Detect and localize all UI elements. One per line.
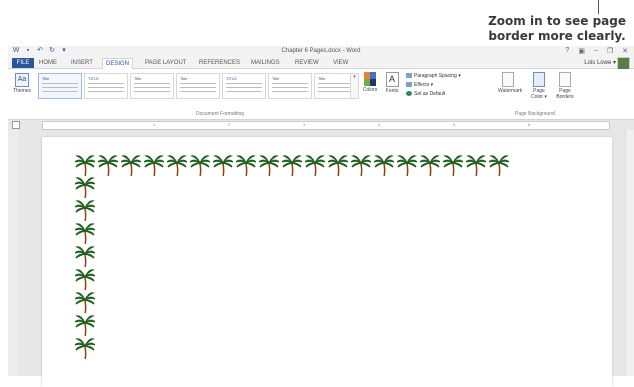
page-borders-button[interactable]: Page Borders [555, 72, 575, 100]
colors-icon [364, 72, 376, 86]
tab-references[interactable]: REFERENCES [196, 58, 243, 68]
themes-label: Themes [12, 88, 32, 94]
tab-file[interactable]: FILE [12, 58, 34, 68]
tab-review[interactable]: REVIEW [292, 58, 322, 68]
document-formatting-label: Document Formatting [196, 111, 245, 117]
window-controls: ? ▣ – ❐ ✕ [565, 47, 628, 55]
tab-page-layout[interactable]: PAGE LAYOUT [142, 58, 189, 68]
page-color-button[interactable]: Page Color ▾ [529, 72, 549, 100]
palm-tree-border-icon [374, 155, 394, 177]
tab-home[interactable]: HOME [36, 58, 60, 68]
page-color-label: Page Color ▾ [531, 88, 547, 100]
palm-tree-border-icon [190, 155, 210, 177]
palm-tree-border-icon [443, 155, 463, 177]
close-icon[interactable]: ✕ [622, 47, 628, 55]
vertical-scrollbar[interactable] [625, 130, 634, 376]
tab-selector[interactable] [12, 121, 20, 129]
watermark-label: Watermark [498, 88, 523, 94]
page-color-icon [533, 72, 545, 87]
style-thumbnail[interactable]: Title [38, 73, 82, 99]
page-background-label: Page Background [515, 111, 555, 117]
palm-tree-border-icon [328, 155, 348, 177]
callout-line-1: Zoom in to see page [488, 14, 626, 28]
palm-tree-border-icon [75, 338, 95, 360]
page-border-left [75, 177, 95, 360]
palm-tree-border-icon [420, 155, 440, 177]
title-bar: W ▪ ↶ ↻ ▾ Chapter 6 Pages.docx - Word ? … [8, 46, 634, 57]
set-as-default-button[interactable]: Set as Default [406, 90, 461, 99]
tab-mailings[interactable]: MAILINGS [248, 58, 283, 68]
minimize-icon[interactable]: – [594, 47, 598, 55]
fonts-icon: A [385, 72, 399, 87]
palm-tree-border-icon [282, 155, 302, 177]
paragraph-spacing-icon [406, 73, 412, 79]
colors-button[interactable]: Colors [362, 72, 378, 93]
palm-tree-border-icon [259, 155, 279, 177]
palm-tree-border-icon [75, 223, 95, 245]
ribbon-display-icon[interactable]: ▣ [578, 47, 585, 55]
tab-view[interactable]: VIEW [330, 58, 351, 68]
palm-tree-border-icon [121, 155, 141, 177]
style-thumbnail[interactable]: TITLE [84, 73, 128, 99]
palm-tree-border-icon [75, 177, 95, 199]
palm-tree-border-icon [98, 155, 118, 177]
style-thumbnail[interactable]: Title [176, 73, 220, 99]
palm-tree-border-icon [144, 155, 164, 177]
user-name[interactable]: Lois Lowe ▾ [584, 58, 616, 68]
palm-tree-border-icon [213, 155, 233, 177]
document-page[interactable] [42, 137, 612, 387]
watermark-icon [502, 72, 514, 87]
word-window: W ▪ ↶ ↻ ▾ Chapter 6 Pages.docx - Word ? … [8, 46, 634, 387]
palm-tree-border-icon [75, 246, 95, 268]
palm-tree-border-icon [75, 292, 95, 314]
page-borders-icon [559, 72, 571, 87]
design-ribbon: Aa Themes Title TITLE Title Title TITLE [8, 69, 634, 120]
callout-pointer-line [598, 0, 599, 14]
document-title: Chapter 6 Pages.docx - Word [281, 48, 361, 54]
horizontal-ruler[interactable]: 1 2 3 4 5 6 [42, 121, 610, 130]
effects-icon [406, 82, 412, 88]
palm-tree-border-icon [236, 155, 256, 177]
palm-tree-border-icon [75, 269, 95, 291]
palm-tree-border-icon [305, 155, 325, 177]
palm-tree-border-icon [397, 155, 417, 177]
check-icon [406, 91, 412, 97]
callout-line-2: border more clearly. [488, 29, 626, 43]
themes-button[interactable]: Aa Themes [12, 73, 32, 94]
document-styles-gallery: Title TITLE Title Title TITLE Title Titl… [38, 73, 358, 100]
palm-tree-border-icon [466, 155, 486, 177]
ruler-row: 1 2 3 4 5 6 [8, 120, 634, 130]
restore-icon[interactable]: ❐ [607, 47, 613, 55]
paragraph-spacing-button[interactable]: Paragraph Spacing ▾ [406, 72, 461, 81]
tab-design[interactable]: DESIGN [102, 58, 134, 69]
palm-tree-border-icon [75, 200, 95, 222]
watermark-button[interactable]: Watermark [498, 72, 522, 94]
style-thumbnail[interactable]: Title [130, 73, 174, 99]
palm-tree-border-icon [167, 155, 187, 177]
palm-tree-border-icon [351, 155, 371, 177]
vertical-ruler [8, 130, 18, 376]
help-icon[interactable]: ? [565, 47, 569, 55]
style-thumbnail[interactable]: TITLE [222, 73, 266, 99]
page-border-top [75, 155, 509, 177]
page-borders-label: Page Borders [556, 88, 574, 100]
tab-insert[interactable]: INSERT [68, 58, 96, 68]
formatting-options: Paragraph Spacing ▾ Effects ▾ Set as Def… [406, 72, 461, 99]
palm-tree-border-icon [75, 315, 95, 337]
palm-tree-border-icon [489, 155, 509, 177]
style-thumbnail[interactable]: Title [268, 73, 312, 99]
ribbon-tabs: FILE HOME INSERT DESIGN PAGE LAYOUT REFE… [8, 57, 634, 70]
zoom-callout: Zoom in to see page border more clearly. [488, 14, 626, 44]
effects-button[interactable]: Effects ▾ [406, 81, 461, 90]
colors-label: Colors [362, 87, 378, 93]
palm-tree-border-icon [75, 155, 95, 177]
themes-icon: Aa [15, 73, 29, 87]
gallery-more-button[interactable]: ▾ [350, 73, 359, 99]
fonts-label: Fonts [385, 88, 399, 94]
fonts-button[interactable]: A Fonts [384, 72, 400, 94]
